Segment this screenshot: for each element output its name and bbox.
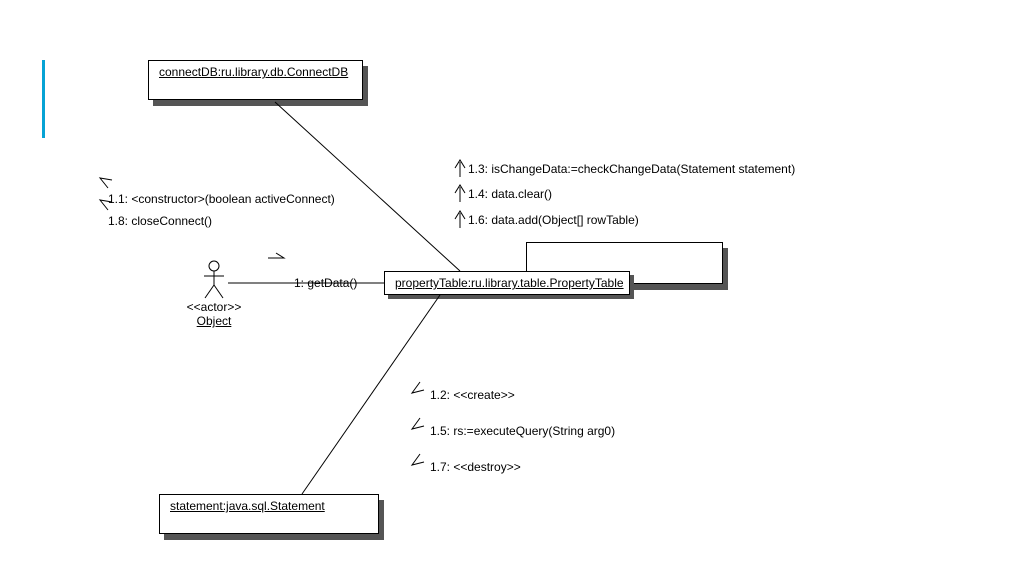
object-connectdb: connectDB:ru.library.db.ConnectDB [148, 60, 363, 100]
msg-1-8: 1.8: closeConnect() [108, 214, 212, 228]
connectdb-label: connectDB:ru.library.db.ConnectDB [159, 65, 348, 79]
msg-1-6: 1.6: data.add(Object[] rowTable) [468, 213, 639, 227]
msg-1-5: 1.5: rs:=executeQuery(String arg0) [430, 424, 615, 438]
accent-bar [42, 60, 45, 138]
propertytable-label: propertyTable:ru.library.table.PropertyT… [395, 276, 624, 290]
object-statement: statement:java.sql.Statement [159, 494, 379, 534]
actor-icon [202, 260, 226, 300]
statement-label: statement:java.sql.Statement [170, 499, 325, 513]
actor-name: Object [197, 314, 232, 328]
msg-1-1: 1.1: <constructor>(boolean activeConnect… [108, 192, 335, 206]
object-propertytable: propertyTable:ru.library.table.PropertyT… [384, 271, 630, 295]
msg-1-7: 1.7: <<destroy>> [430, 460, 521, 474]
actor-stereotype: <<actor>> [187, 300, 242, 314]
actor-object: <<actor>> Object [184, 260, 244, 328]
msg-1-2: 1.2: <<create>> [430, 388, 515, 402]
msg-1-3: 1.3: isChangeData:=checkChangeData(State… [468, 162, 795, 176]
msg-1: 1: getData() [294, 276, 357, 290]
msg-1-4: 1.4: data.clear() [468, 187, 552, 201]
